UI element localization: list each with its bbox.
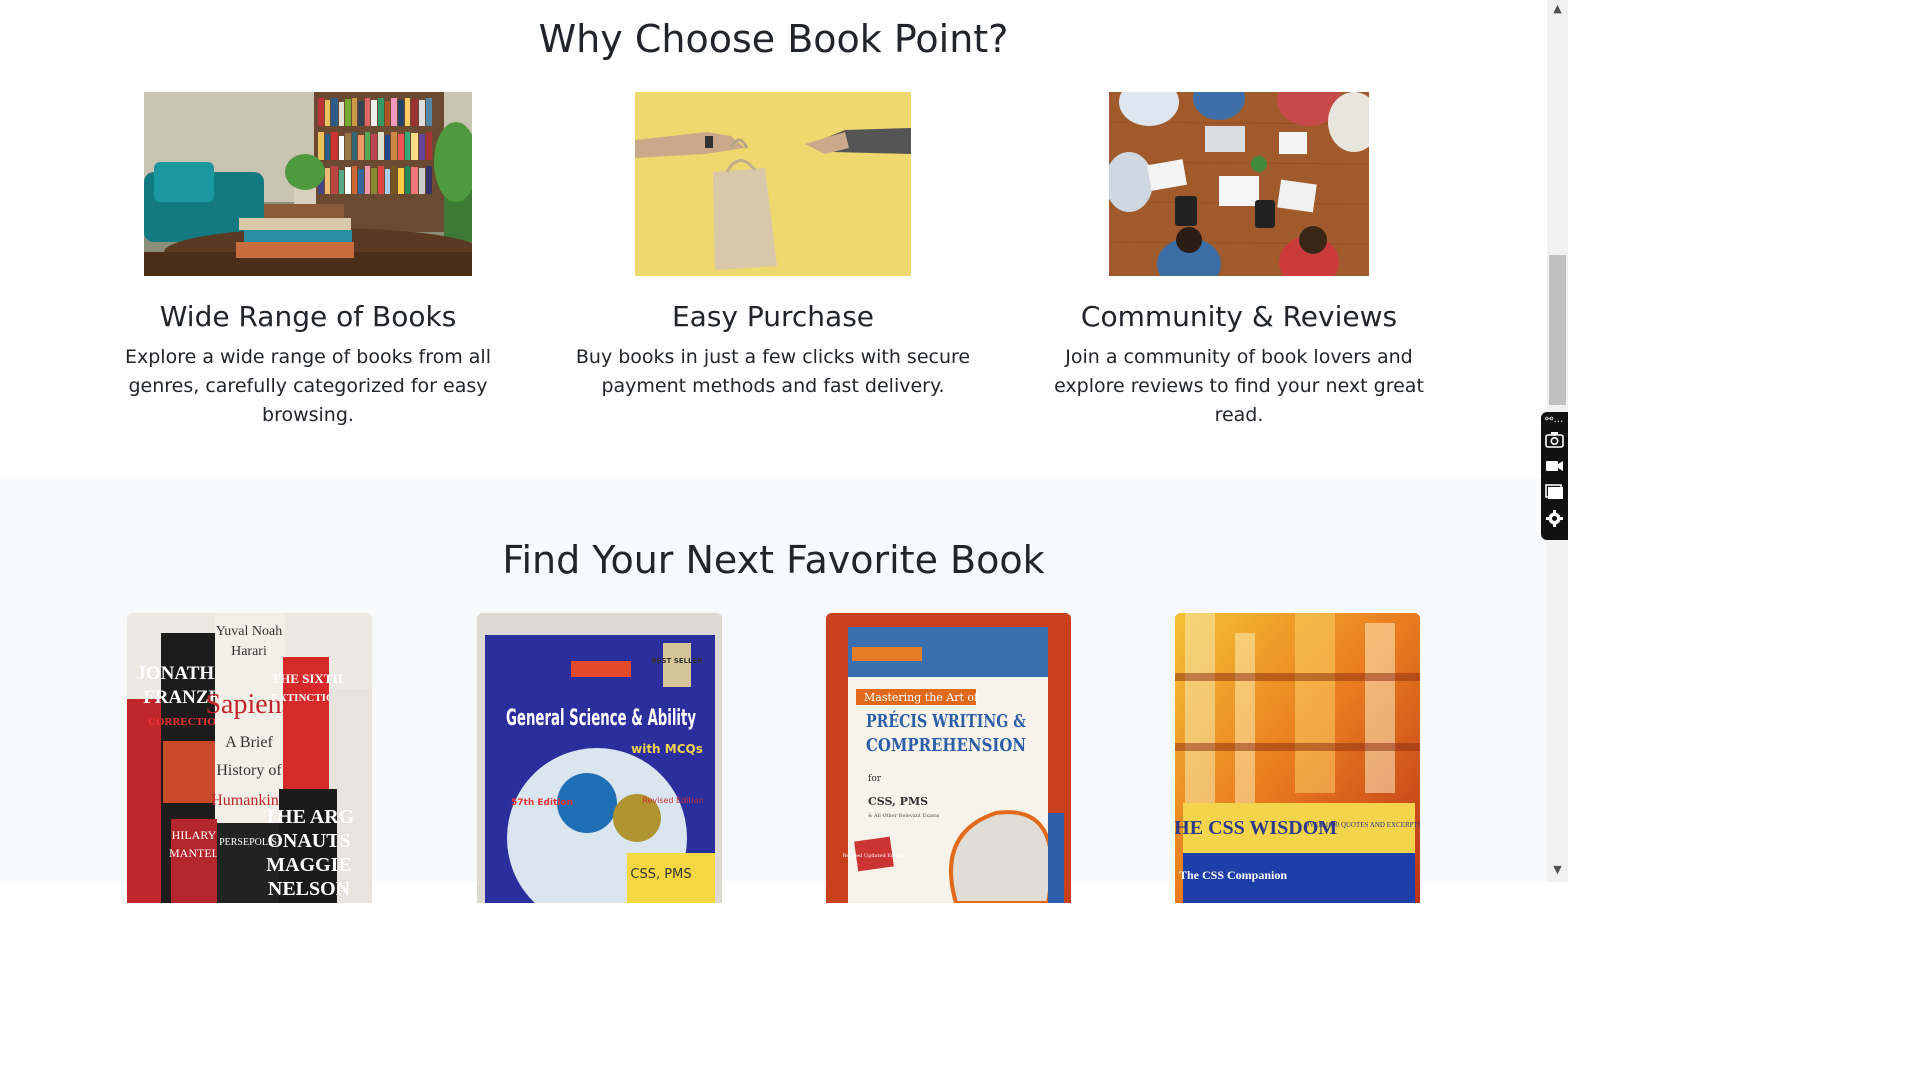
- feature-description: Join a community of book lovers and expl…: [1054, 346, 1424, 426]
- svg-text:with MCQs: with MCQs: [631, 742, 703, 756]
- svg-text:MANTEL: MANTEL: [169, 846, 219, 860]
- svg-text:COMPREHENSION: COMPREHENSION: [866, 735, 1026, 756]
- svg-text:THE SIXTH: THE SIXTH: [271, 671, 342, 686]
- svg-text:General Science & Ability: General Science & Ability: [506, 706, 696, 731]
- bookshelf-image: [144, 92, 472, 276]
- svg-text:PRÉCIS WRITING &: PRÉCIS WRITING &: [866, 709, 1026, 732]
- feature-title: Wide Range of Books: [159, 300, 457, 333]
- precis-writing-cover: Mastering the Art of PRÉCIS WRITING & CO…: [826, 613, 1071, 903]
- svg-text:OVER 1000 QUOTES AND EXCERPTS: OVER 1000 QUOTES AND EXCERPTS: [1304, 821, 1420, 829]
- svg-text:BEST SELLER: BEST SELLER: [651, 657, 703, 665]
- svg-text:ONAUTS: ONAUTS: [267, 830, 350, 852]
- video-icon[interactable]: [1545, 456, 1564, 475]
- svg-text:NELSON: NELSON: [268, 878, 351, 900]
- camera-icon[interactable]: [1545, 430, 1564, 449]
- svg-text:HILARY: HILARY: [172, 828, 217, 842]
- feature-title: Community & Reviews: [1080, 300, 1398, 333]
- community-table-image: [1109, 92, 1369, 276]
- svg-text:Revised Edition: Revised Edition: [642, 796, 703, 805]
- svg-text:Revised Updated Edition: Revised Updated Edition: [842, 853, 906, 859]
- svg-text:Yuval Noah: Yuval Noah: [216, 624, 283, 639]
- scrollbar-thumb[interactable]: [1549, 255, 1566, 405]
- svg-text:& All Other Relevant Exams: & All Other Relevant Exams: [868, 813, 940, 819]
- capture-toolbar: ⚯…: [1541, 412, 1568, 540]
- feature-title: Easy Purchase: [671, 300, 875, 333]
- svg-text:History of: History of: [216, 762, 282, 779]
- feature-description: Buy books in just a few clicks with secu…: [575, 346, 971, 397]
- svg-text:CSS, PMS: CSS, PMS: [630, 867, 691, 882]
- css-wisdom-cover: THE CSS WISDOM OVER 1000 QUOTES AND EXCE…: [1175, 613, 1420, 903]
- book-card[interactable]: THE CSS WISDOM OVER 1000 QUOTES AND EXCE…: [1175, 613, 1420, 903]
- book-card[interactable]: JONATHAN FRANZEN CORRECTIONS Yuval Noah …: [127, 613, 372, 903]
- scroll-down-icon[interactable]: ▼: [1547, 863, 1568, 880]
- svg-text:57th Edition: 57th Edition: [511, 798, 573, 808]
- gear-icon[interactable]: [1545, 509, 1564, 528]
- window-icon[interactable]: [1545, 482, 1564, 501]
- book-card[interactable]: Mastering the Art of PRÉCIS WRITING & CO…: [826, 613, 1071, 903]
- feature-description: Explore a wide range of books from all g…: [125, 346, 491, 426]
- book-card[interactable]: BEST SELLER General Science & Ability wi…: [477, 613, 722, 903]
- bestseller-stack-cover: JONATHAN FRANZEN CORRECTIONS Yuval Noah …: [127, 613, 372, 903]
- svg-text:THE ARG: THE ARG: [264, 806, 355, 828]
- feature-community: Community & Reviews Join a community of …: [1029, 92, 1449, 430]
- svg-text:Mastering the Art of: Mastering the Art of: [864, 691, 979, 704]
- svg-text:Harari: Harari: [231, 644, 267, 659]
- svg-text:CSS, PMS: CSS, PMS: [868, 795, 928, 808]
- feature-easy-purchase: Easy Purchase Buy books in just a few cl…: [563, 92, 983, 401]
- feature-wide-range: Wide Range of Books Explore a wide range…: [98, 92, 518, 430]
- why-choose-section: Why Choose Book Point? Wide Range of Boo…: [0, 0, 1547, 478]
- svg-text:The CSS Companion: The CSS Companion: [1179, 868, 1287, 882]
- svg-text:MAGGIE: MAGGIE: [266, 854, 352, 876]
- svg-text:A Brief: A Brief: [225, 734, 273, 751]
- find-section-title: Find Your Next Favorite Book: [502, 538, 1045, 582]
- svg-text:for: for: [868, 774, 882, 784]
- general-science-cover: BEST SELLER General Science & Ability wi…: [477, 613, 722, 903]
- shopping-bag-image: [635, 92, 911, 276]
- scroll-up-icon[interactable]: ▲: [1547, 2, 1568, 19]
- why-section-title: Why Choose Book Point?: [538, 17, 1009, 61]
